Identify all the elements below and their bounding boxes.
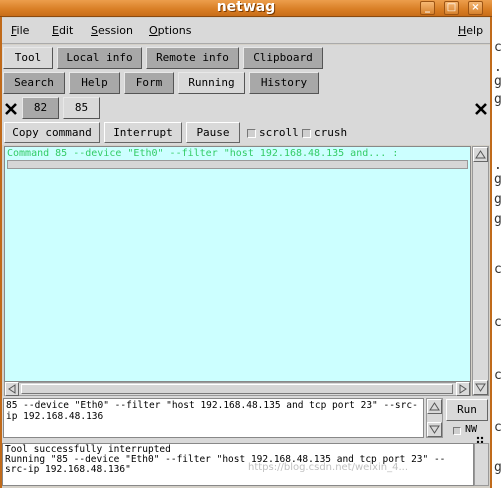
command-input[interactable]: 85 --device "Eth0" --filter "host 192.16…	[3, 398, 424, 438]
close-window-icon[interactable]: ×	[468, 1, 483, 15]
crush-label: crush	[314, 126, 348, 139]
scroll-left-icon[interactable]	[5, 382, 19, 396]
interrupt-button[interactable]: Interrupt	[104, 122, 182, 143]
scroll-down-icon[interactable]	[473, 380, 488, 395]
menu-help[interactable]: Help	[458, 24, 483, 37]
session-85[interactable]: 85	[63, 97, 100, 119]
run-button[interactable]: Run	[446, 399, 488, 421]
command-scroll-up-icon[interactable]	[427, 399, 442, 414]
menu-edit[interactable]: Edit	[52, 24, 73, 37]
status-scrollbar[interactable]	[474, 443, 489, 486]
menu-file[interactable]: File	[11, 24, 29, 37]
nw-checkbox[interactable]	[453, 427, 461, 435]
tab-search[interactable]: Search	[3, 72, 65, 94]
horizontal-scroll-thumb[interactable]	[21, 384, 453, 394]
menu-bar: File Edit Session Options Help	[2, 18, 490, 44]
tab-form[interactable]: Form	[124, 72, 174, 94]
output-command-line: Command 85 --device "Eth0" --filter "hos…	[7, 148, 399, 159]
tab-clipboard[interactable]: Clipboard	[243, 47, 323, 69]
command-scrollbar[interactable]	[426, 398, 443, 438]
title-bar[interactable]: netwag _ □ ×	[0, 0, 492, 17]
output-vertical-scrollbar[interactable]	[472, 146, 489, 396]
scroll-right-icon[interactable]	[456, 382, 470, 396]
pause-button[interactable]: Pause	[186, 122, 240, 143]
tab-local-info[interactable]: Local info	[57, 47, 142, 69]
crush-checkbox[interactable]	[302, 129, 311, 138]
watermark: https://blog.csdn.net/weixin_4...	[248, 462, 409, 473]
session-82[interactable]: 82	[22, 97, 59, 119]
scroll-label: scroll	[259, 126, 299, 139]
window-title: netwag	[216, 0, 276, 15]
output-panel: Command 85 --device "Eth0" --filter "hos…	[4, 146, 471, 382]
menu-options[interactable]: Options	[149, 24, 191, 37]
tab-help[interactable]: Help	[69, 72, 120, 94]
tab-tool[interactable]: Tool	[3, 47, 53, 69]
copy-command-button[interactable]: Copy command	[4, 122, 100, 143]
output-horizontal-scrollbar[interactable]	[4, 382, 471, 396]
tab-remote-info[interactable]: Remote info	[146, 47, 239, 69]
nw-label: NW	[465, 424, 478, 435]
tab-history[interactable]: History	[249, 72, 319, 94]
close-all-icon[interactable]	[474, 102, 488, 116]
scroll-up-icon[interactable]	[473, 147, 488, 162]
menu-session[interactable]: Session	[91, 24, 133, 37]
maximize-icon[interactable]: □	[444, 1, 459, 15]
command-scroll-down-icon[interactable]	[427, 422, 442, 437]
close-session-icon[interactable]	[4, 102, 18, 116]
minimize-icon[interactable]: _	[420, 1, 435, 15]
tab-running[interactable]: Running	[178, 72, 245, 94]
scroll-checkbox[interactable]	[247, 129, 256, 138]
output-input-field[interactable]	[7, 160, 468, 169]
